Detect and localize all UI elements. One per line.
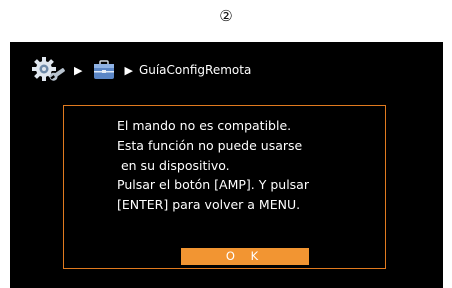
top-breadcrumb: ▶ ▶ GuíaConfigRemota [32,56,251,84]
message-line: El mando no es compatible. [117,118,292,133]
message-line: en su dispositivo. [117,157,230,173]
step-marker: ② [219,7,233,25]
dialog-message: El mando no es compatible. Esta función … [117,116,309,215]
ok-button[interactable]: O K [181,248,309,265]
message-line: [ENTER] para volver a MENU. [117,197,301,213]
briefcase-icon [92,60,116,80]
breadcrumb-label: GuíaConfigRemota [138,63,252,77]
message-line: Esta función no puede usarse [117,137,303,153]
message-dialog: El mando no es compatible. Esta función … [63,105,386,269]
message-line: Pulsar el botón [AMP]. Y pulsar [117,177,309,193]
arrow-right-icon: ▶ [74,63,83,77]
arrow-right-icon: ▶ [124,63,133,77]
tv-screen: ▶ ▶ GuíaConfigRemota El mando no es comp… [10,42,443,288]
setup-gear-icon [32,57,66,83]
